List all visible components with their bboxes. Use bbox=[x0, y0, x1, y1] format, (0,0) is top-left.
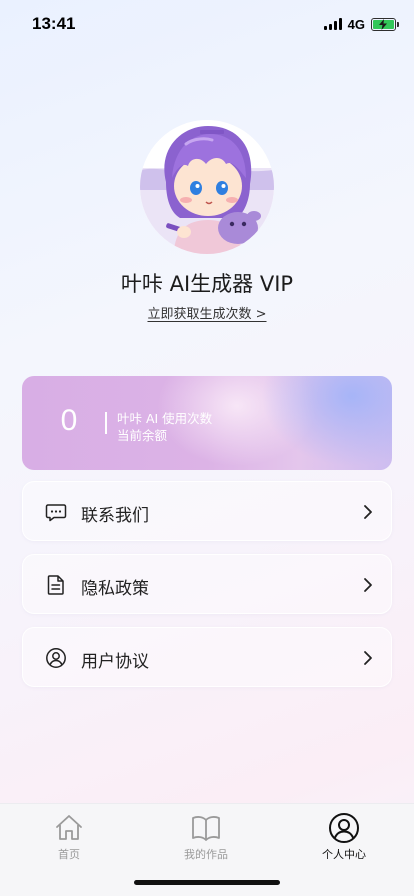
tab-home[interactable]: 首页 bbox=[29, 812, 109, 862]
menu-item-privacy[interactable]: 隐私政策 bbox=[22, 554, 392, 614]
home-icon bbox=[56, 815, 82, 840]
chevron-right-icon bbox=[364, 578, 372, 592]
chat-icon bbox=[45, 504, 67, 522]
get-credits-link-text: 立即获取生成次数 > bbox=[147, 307, 267, 322]
tab-my-works[interactable]: 我的作品 bbox=[166, 812, 246, 862]
tab-label: 首页 bbox=[58, 848, 80, 861]
status-time: 13:41 bbox=[32, 14, 76, 33]
usage-card: 0 叶咔 AI 使用次数 当前余额 bbox=[22, 376, 392, 470]
tab-profile[interactable]: 个人中心 bbox=[304, 812, 384, 862]
document-icon bbox=[47, 575, 64, 595]
menu-item-contact[interactable]: 联系我们 bbox=[22, 481, 392, 541]
usage-count: 0 bbox=[60, 404, 78, 437]
usage-sub-label: 当前余额 bbox=[117, 428, 168, 443]
menu-label: 隐私政策 bbox=[81, 579, 149, 599]
menu-label: 联系我们 bbox=[81, 506, 149, 526]
status-indicators: 4G bbox=[323, 16, 399, 32]
usage-divider bbox=[105, 412, 107, 434]
user-circle-icon bbox=[46, 648, 66, 668]
avatar bbox=[140, 120, 274, 254]
signal-icon bbox=[323, 18, 342, 30]
tab-label: 个人中心 bbox=[322, 848, 366, 861]
get-credits-link[interactable]: 立即获取生成次数 > bbox=[0, 303, 414, 322]
home-indicator bbox=[134, 880, 280, 885]
menu-label: 用户协议 bbox=[81, 652, 149, 672]
chevron-right-icon bbox=[364, 651, 372, 665]
book-icon bbox=[192, 816, 220, 841]
battery-icon bbox=[371, 17, 399, 31]
network-type: 4G bbox=[347, 16, 365, 32]
tab-label: 我的作品 bbox=[184, 848, 228, 861]
app-title: 叶咔 AI生成器 VIP bbox=[120, 272, 294, 296]
status-bar: 13:41 4G bbox=[0, 0, 414, 50]
chevron-right-icon bbox=[364, 505, 372, 519]
profile-icon bbox=[329, 813, 359, 843]
menu-item-terms[interactable]: 用户协议 bbox=[22, 627, 392, 687]
